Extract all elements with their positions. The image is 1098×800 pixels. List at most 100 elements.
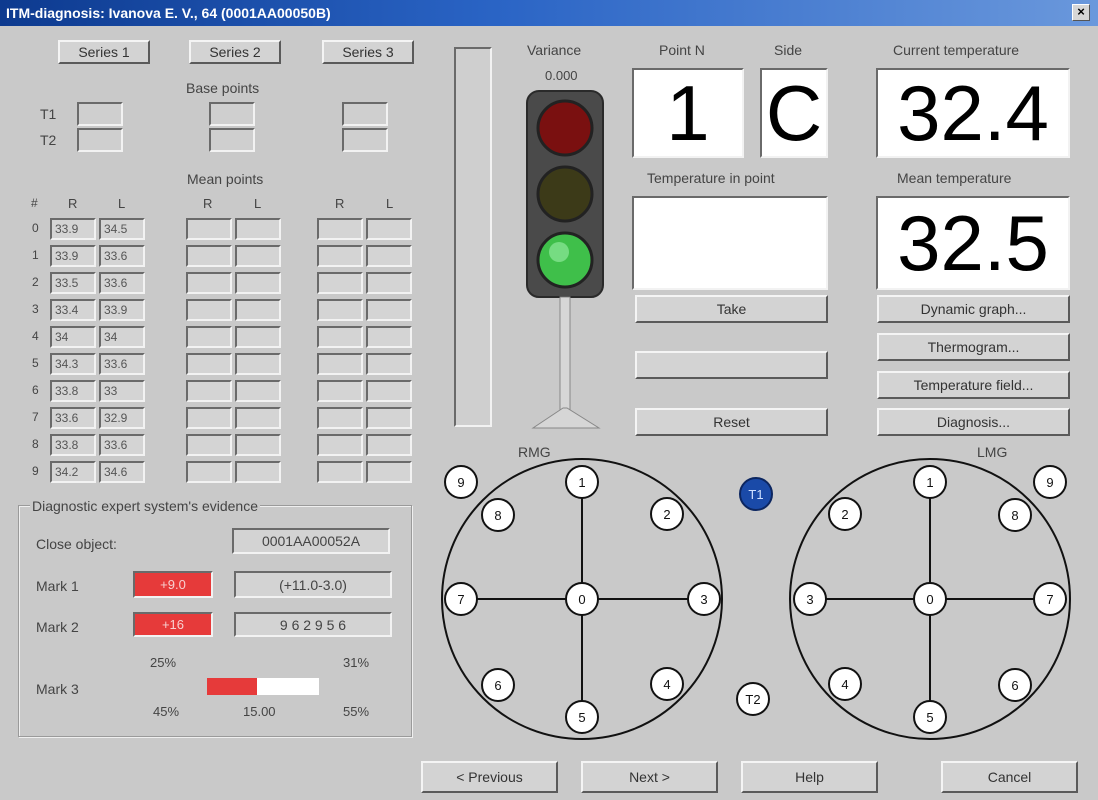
mark2-value: +16 [133, 612, 213, 637]
mark3-top-right: 31% [343, 655, 370, 670]
series-1-button[interactable]: Series 1 [58, 40, 150, 64]
series1-r-cell[interactable]: 34 [50, 326, 96, 348]
series3-l-cell[interactable] [366, 218, 412, 240]
series1-l-cell[interactable]: 33.6 [99, 245, 145, 267]
dynamic-graph-button[interactable]: Dynamic graph... [877, 295, 1070, 323]
s3-col-r: R [335, 196, 345, 211]
series2-r-cell[interactable] [186, 353, 232, 375]
lmg-point-label: 4 [841, 677, 848, 692]
series1-r-cell[interactable]: 33.6 [50, 407, 96, 429]
mean-points-label: Mean points [187, 171, 264, 187]
series1-r-cell[interactable]: 33.9 [50, 218, 96, 240]
series2-r-cell[interactable] [186, 245, 232, 267]
series2-r-cell[interactable] [186, 218, 232, 240]
series3-l-cell[interactable] [366, 353, 412, 375]
series2-l-cell[interactable] [235, 353, 281, 375]
previous-button[interactable]: < Previous [421, 761, 558, 793]
series2-l-cell[interactable] [235, 326, 281, 348]
series2-t2-input[interactable] [209, 128, 255, 152]
series2-t1-input[interactable] [209, 102, 255, 126]
series3-t2-input[interactable] [342, 128, 388, 152]
series2-r-cell[interactable] [186, 461, 232, 483]
series2-l-cell[interactable] [235, 407, 281, 429]
t1-marker-label: T1 [748, 487, 763, 502]
mean-temperature-display: 32.5 [876, 196, 1070, 290]
cancel-button[interactable]: Cancel [941, 761, 1078, 793]
series3-r-cell[interactable] [317, 380, 363, 402]
series3-l-cell[interactable] [366, 434, 412, 456]
blank-button[interactable] [635, 351, 828, 379]
series2-r-cell[interactable] [186, 407, 232, 429]
series2-l-cell[interactable] [235, 245, 281, 267]
series2-r-cell[interactable] [186, 326, 232, 348]
reset-button[interactable]: Reset [635, 408, 828, 436]
series1-l-cell[interactable]: 33 [99, 380, 145, 402]
series-2-button[interactable]: Series 2 [189, 40, 281, 64]
series1-r-cell[interactable]: 34.2 [50, 461, 96, 483]
series1-r-cell[interactable]: 33.4 [50, 299, 96, 321]
series2-r-cell[interactable] [186, 299, 232, 321]
series3-r-cell[interactable] [317, 326, 363, 348]
series3-l-cell[interactable] [366, 326, 412, 348]
series3-r-cell[interactable] [317, 218, 363, 240]
row-number: 9 [32, 464, 39, 478]
series-3-button[interactable]: Series 3 [322, 40, 414, 64]
series1-l-cell[interactable]: 33.6 [99, 272, 145, 294]
series3-t1-input[interactable] [342, 102, 388, 126]
series1-l-cell[interactable]: 33.9 [99, 299, 145, 321]
series1-r-cell[interactable]: 33.9 [50, 245, 96, 267]
series1-l-cell[interactable]: 34.6 [99, 461, 145, 483]
series3-r-cell[interactable] [317, 461, 363, 483]
series1-t2-input[interactable] [77, 128, 123, 152]
series3-l-cell[interactable] [366, 245, 412, 267]
mark3-top-left: 25% [150, 655, 177, 670]
series2-r-cell[interactable] [186, 434, 232, 456]
take-button[interactable]: Take [635, 295, 828, 323]
side-label: Side [774, 42, 803, 58]
window-title-bar: ITM-diagnosis: Ivanova E. V., 64 (0001AA… [0, 0, 1098, 26]
series2-l-cell[interactable] [235, 380, 281, 402]
close-object-value: 0001AA00052A [232, 528, 390, 554]
series3-l-cell[interactable] [366, 407, 412, 429]
series2-l-cell[interactable] [235, 272, 281, 294]
temperature-field-button[interactable]: Temperature field... [877, 371, 1070, 399]
series1-r-cell[interactable]: 33.8 [50, 434, 96, 456]
point-n-display: 1 [632, 68, 744, 158]
series2-l-cell[interactable] [235, 299, 281, 321]
temperature-in-point-label: Temperature in point [647, 170, 775, 186]
series3-r-cell[interactable] [317, 245, 363, 267]
series1-l-cell[interactable]: 33.6 [99, 353, 145, 375]
mark3-bottom-right: 55% [343, 704, 370, 719]
s3-col-l: L [386, 196, 394, 211]
help-button[interactable]: Help [741, 761, 878, 793]
series1-r-cell[interactable]: 33.8 [50, 380, 96, 402]
series1-r-cell[interactable]: 33.5 [50, 272, 96, 294]
side-display: C [760, 68, 828, 158]
series1-l-cell[interactable]: 34.5 [99, 218, 145, 240]
series3-l-cell[interactable] [366, 461, 412, 483]
series3-l-cell[interactable] [366, 299, 412, 321]
series3-r-cell[interactable] [317, 434, 363, 456]
series2-l-cell[interactable] [235, 218, 281, 240]
thermogram-button[interactable]: Thermogram... [877, 333, 1070, 361]
next-button[interactable]: Next > [581, 761, 718, 793]
series3-l-cell[interactable] [366, 272, 412, 294]
diagnosis-button[interactable]: Diagnosis... [877, 408, 1070, 436]
series2-r-cell[interactable] [186, 380, 232, 402]
series1-l-cell[interactable]: 32.9 [99, 407, 145, 429]
series2-l-cell[interactable] [235, 434, 281, 456]
series2-l-cell[interactable] [235, 461, 281, 483]
series3-r-cell[interactable] [317, 272, 363, 294]
row-number: 0 [32, 221, 39, 235]
series1-r-cell[interactable]: 34.3 [50, 353, 96, 375]
series3-l-cell[interactable] [366, 380, 412, 402]
mark3-bar [207, 678, 319, 695]
series3-r-cell[interactable] [317, 353, 363, 375]
series1-l-cell[interactable]: 34 [99, 326, 145, 348]
series1-l-cell[interactable]: 33.6 [99, 434, 145, 456]
series3-r-cell[interactable] [317, 407, 363, 429]
series1-t1-input[interactable] [77, 102, 123, 126]
series3-r-cell[interactable] [317, 299, 363, 321]
series2-r-cell[interactable] [186, 272, 232, 294]
close-icon[interactable]: × [1072, 4, 1090, 21]
